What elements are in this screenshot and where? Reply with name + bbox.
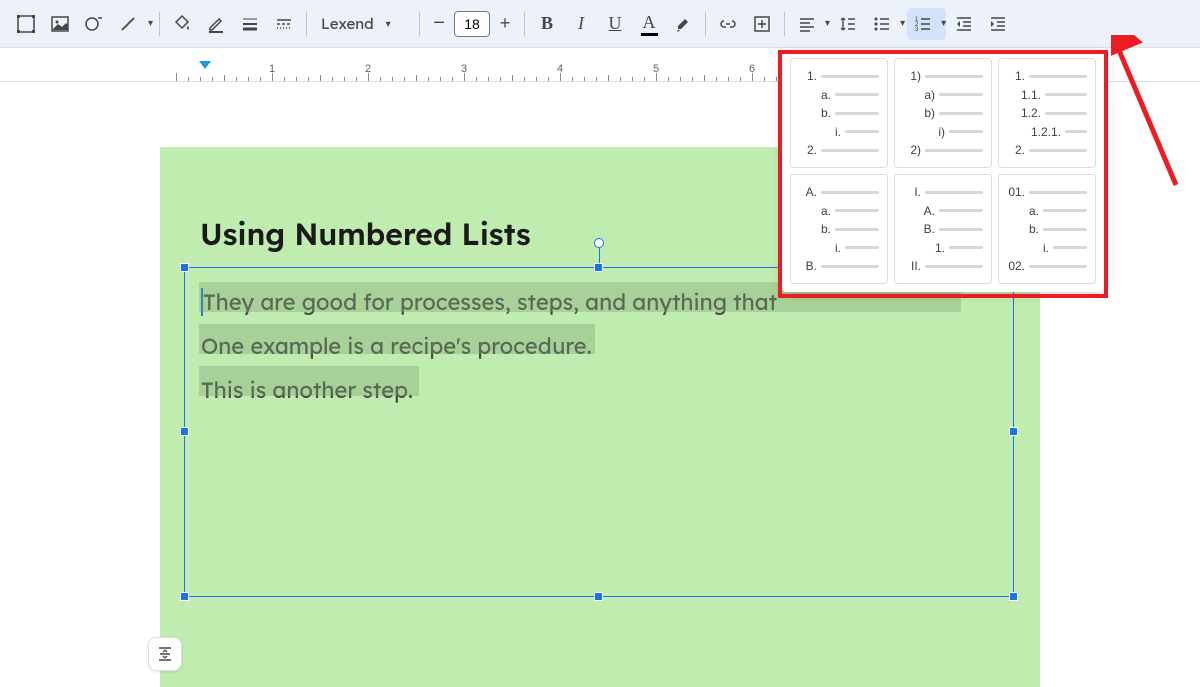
font-select[interactable]: Lexend ▾ bbox=[313, 8, 413, 40]
list-level-label: b. bbox=[813, 222, 831, 236]
resize-handle[interactable] bbox=[594, 592, 603, 601]
ruler-number: 2 bbox=[365, 63, 371, 75]
ruler-number: 6 bbox=[749, 63, 755, 75]
bold-button[interactable]: B bbox=[531, 8, 563, 40]
list-level-label: a) bbox=[917, 88, 935, 102]
list-level-label: 2. bbox=[1007, 143, 1025, 157]
decrease-font-icon[interactable]: − bbox=[426, 8, 452, 40]
fill-color-icon[interactable] bbox=[166, 8, 198, 40]
toolbar: ▾ Lexend ▾ − + B I U A ▾ ▾ 123▾ bbox=[0, 0, 1200, 48]
list-style-option[interactable]: 1. a. b. i. 2. bbox=[790, 58, 888, 168]
chevron-down-icon[interactable]: ▾ bbox=[900, 18, 905, 29]
resize-handle[interactable] bbox=[1009, 592, 1018, 601]
text-box[interactable]: They are good for processes, steps, and … bbox=[184, 267, 1014, 597]
increase-font-icon[interactable]: + bbox=[492, 8, 518, 40]
font-size-input[interactable] bbox=[454, 11, 490, 37]
line-spacing-icon[interactable] bbox=[832, 8, 864, 40]
list-level-label: a. bbox=[813, 88, 831, 102]
line-icon[interactable] bbox=[112, 8, 144, 40]
indent-marker-icon[interactable] bbox=[198, 60, 212, 74]
numbered-list-icon[interactable]: 123 bbox=[907, 8, 939, 40]
list-level-label: i. bbox=[823, 125, 841, 139]
list-style-option[interactable]: 1.1.1.1.2.1.2.1.2. bbox=[998, 58, 1096, 168]
font-name-label: Lexend bbox=[321, 14, 374, 33]
list-level-label: 1. bbox=[927, 241, 945, 255]
shape-icon[interactable] bbox=[78, 8, 110, 40]
border-weight-icon[interactable] bbox=[234, 8, 266, 40]
bulleted-list-icon[interactable] bbox=[866, 8, 898, 40]
border-color-icon[interactable] bbox=[200, 8, 232, 40]
slide-title: Using Numbered Lists bbox=[200, 215, 531, 253]
resize-handle[interactable] bbox=[180, 427, 189, 436]
list-style-option[interactable]: A. a. b. i. B. bbox=[790, 174, 888, 284]
insert-link-icon[interactable] bbox=[712, 8, 744, 40]
list-level-label: B. bbox=[917, 222, 935, 236]
list-level-label: A. bbox=[799, 185, 817, 199]
list-level-label: a. bbox=[813, 204, 831, 218]
increase-indent-icon[interactable] bbox=[982, 8, 1014, 40]
list-style-option[interactable]: 1) a) b) i) 2) bbox=[894, 58, 992, 168]
chevron-down-icon[interactable]: ▾ bbox=[148, 18, 153, 29]
list-level-label: II. bbox=[903, 259, 921, 273]
list-level-label: B. bbox=[799, 259, 817, 273]
rotate-handle[interactable] bbox=[594, 238, 604, 248]
numbered-list-dropdown: 1.a.b.i.2.1)a)b)i)2)1.1.1.1.2.1.2.1.2.A.… bbox=[782, 50, 1104, 292]
list-level-label: 1.1. bbox=[1021, 88, 1041, 102]
align-icon[interactable] bbox=[791, 8, 823, 40]
ruler-number: 3 bbox=[461, 63, 467, 75]
list-style-option[interactable]: 01. a. b. i. 02. bbox=[998, 174, 1096, 284]
list-level-label: 1) bbox=[903, 69, 921, 83]
list-level-label: 1.2.1. bbox=[1031, 125, 1061, 139]
list-level-label: 01. bbox=[1007, 185, 1025, 199]
list-level-label: 02. bbox=[1007, 259, 1025, 273]
list-level-label: 1.2. bbox=[1021, 106, 1041, 120]
list-level-label: 2. bbox=[799, 143, 817, 157]
list-level-label: A. bbox=[917, 204, 935, 218]
list-level-label: b. bbox=[1021, 222, 1039, 236]
chevron-down-icon[interactable]: ▾ bbox=[825, 18, 830, 29]
ruler-number: 1 bbox=[269, 63, 275, 75]
list-style-option[interactable]: I. A. B. 1. II. bbox=[894, 174, 992, 284]
list-level-label: 1. bbox=[1007, 69, 1025, 83]
autofit-button[interactable] bbox=[148, 637, 182, 671]
decrease-indent-icon[interactable] bbox=[948, 8, 980, 40]
chevron-down-icon[interactable]: ▾ bbox=[941, 18, 946, 29]
image-icon[interactable] bbox=[44, 8, 76, 40]
list-level-label: 2) bbox=[903, 143, 921, 157]
add-comment-icon[interactable] bbox=[746, 8, 778, 40]
select-icon[interactable] bbox=[10, 8, 42, 40]
ruler-number: 5 bbox=[653, 63, 659, 75]
highlight-color-icon[interactable] bbox=[667, 8, 699, 40]
border-dash-icon[interactable] bbox=[268, 8, 300, 40]
text-color-button[interactable]: A bbox=[633, 8, 665, 40]
list-level-label: i. bbox=[1031, 241, 1049, 255]
underline-button[interactable]: U bbox=[599, 8, 631, 40]
resize-handle[interactable] bbox=[180, 592, 189, 601]
list-level-label: I. bbox=[903, 185, 921, 199]
list-level-label: b) bbox=[917, 106, 935, 120]
svg-text:3: 3 bbox=[915, 27, 919, 33]
list-level-label: 1. bbox=[799, 69, 817, 83]
italic-button[interactable]: I bbox=[565, 8, 597, 40]
list-level-label: i) bbox=[927, 125, 945, 139]
ruler-number: 4 bbox=[557, 63, 563, 75]
list-level-label: i. bbox=[823, 241, 841, 255]
list-level-label: b. bbox=[813, 106, 831, 120]
list-level-label: a. bbox=[1021, 204, 1039, 218]
resize-handle[interactable] bbox=[1009, 427, 1018, 436]
chevron-down-icon: ▾ bbox=[386, 17, 391, 30]
